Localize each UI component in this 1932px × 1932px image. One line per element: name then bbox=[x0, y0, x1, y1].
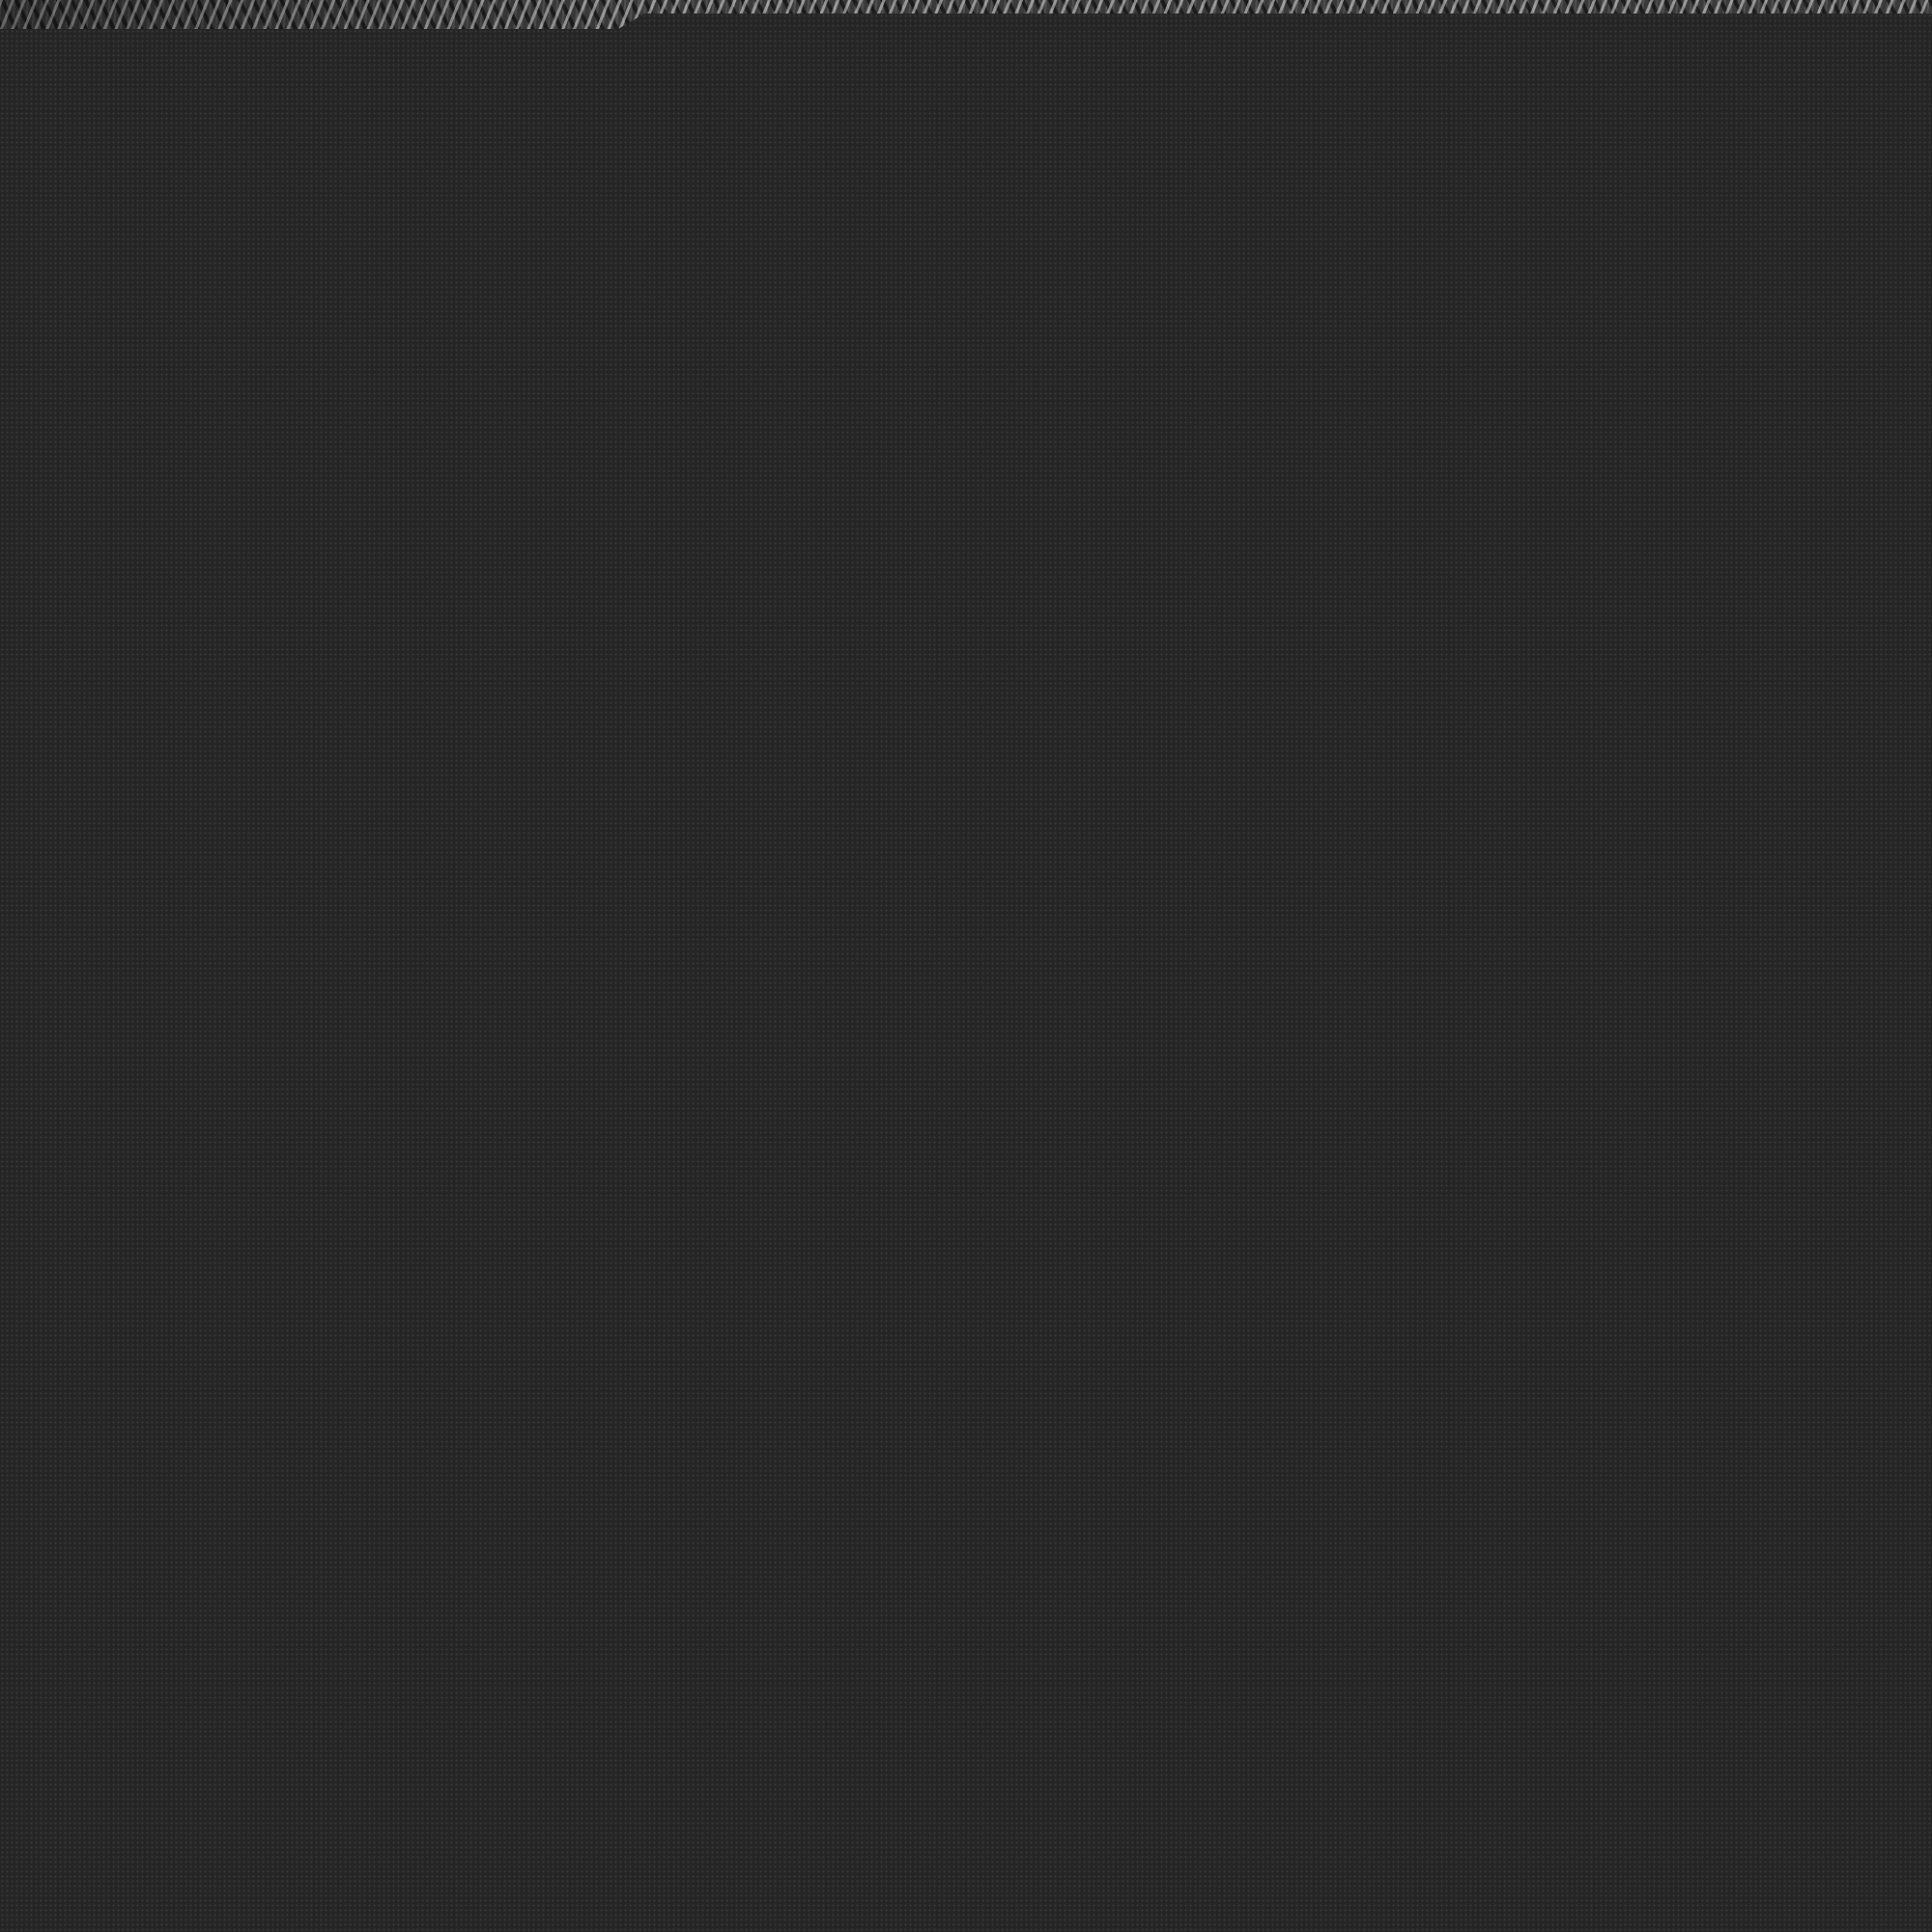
header-panel-edge bbox=[618, 14, 1932, 29]
dark-content-panel bbox=[0, 29, 1932, 1932]
header-strip-shading bbox=[0, 0, 638, 29]
